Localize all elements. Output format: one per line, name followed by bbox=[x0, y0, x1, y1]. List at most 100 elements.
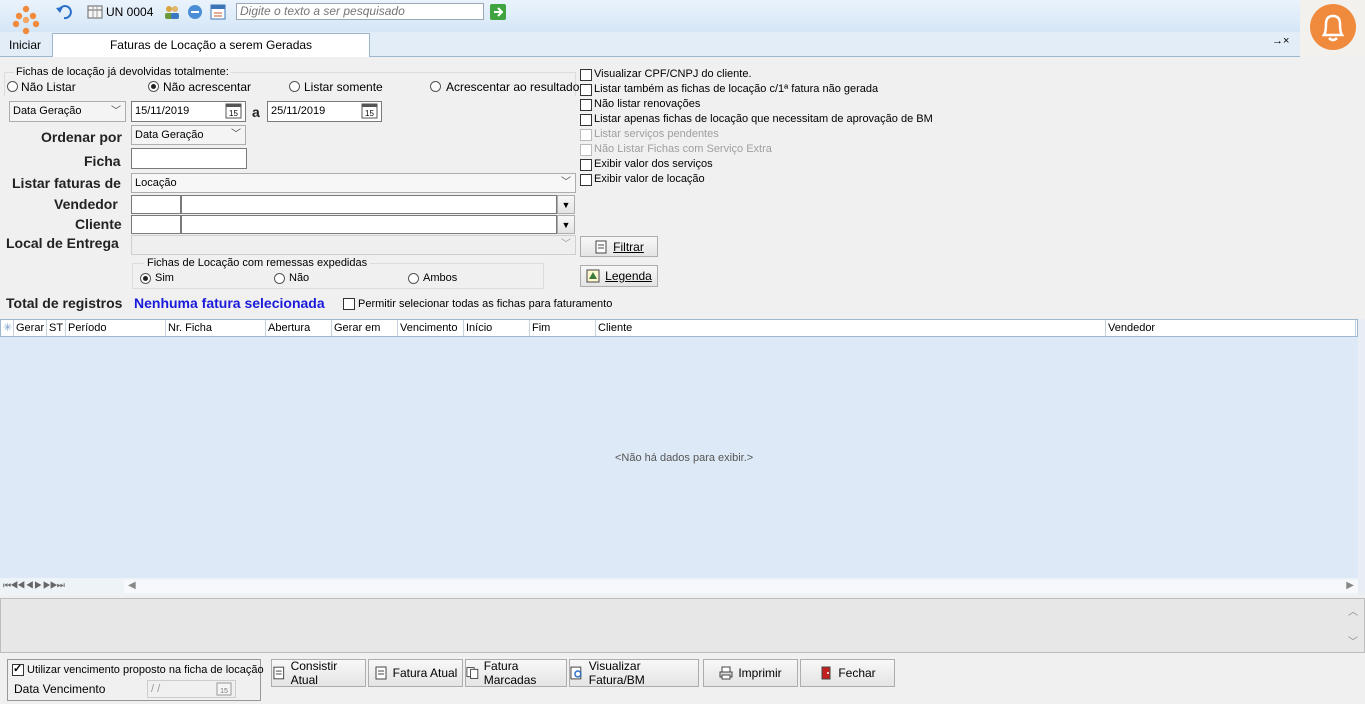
option-checkbox[interactable] bbox=[580, 114, 592, 126]
radio-acrescentar-label: Acrescentar ao resultado bbox=[446, 80, 580, 94]
scroll-right-icon[interactable]: ▶ bbox=[1346, 580, 1354, 591]
legend-icon bbox=[586, 269, 600, 283]
chevron-down-icon: ﹀ bbox=[111, 106, 121, 117]
grid-column-header[interactable]: Fim bbox=[530, 320, 596, 336]
radio-remessas-ambos[interactable] bbox=[408, 273, 419, 284]
radio-remessas-nao-label: Não bbox=[289, 272, 310, 284]
consistir-atual-button[interactable]: Consistir Atual bbox=[271, 659, 366, 687]
radio-remessas-sim-label: Sim bbox=[155, 272, 174, 284]
imprimir-label: Imprimir bbox=[738, 666, 782, 680]
grid-column-header[interactable]: Gerar bbox=[14, 320, 47, 336]
calendar-icon[interactable]: 15 bbox=[361, 103, 378, 119]
document-icon bbox=[273, 666, 285, 680]
option-checkbox[interactable] bbox=[580, 69, 592, 81]
calendar-icon[interactable]: 15 bbox=[216, 682, 232, 696]
option-label: Listar apenas fichas de locação que nece… bbox=[594, 113, 933, 125]
radio-acrescentar[interactable] bbox=[430, 81, 441, 92]
radio-listar-somente[interactable] bbox=[289, 81, 300, 92]
grid-column-header[interactable]: Abertura bbox=[266, 320, 332, 336]
search-input[interactable] bbox=[236, 3, 484, 20]
chevron-down-icon: ﹀ bbox=[231, 129, 241, 140]
option-checkbox[interactable] bbox=[580, 174, 592, 186]
order-label: Ordenar por bbox=[41, 129, 122, 145]
option-label: Visualizar CPF/CNPJ do cliente. bbox=[594, 68, 752, 80]
grid-column-header[interactable]: Período bbox=[66, 320, 166, 336]
consistir-atual-label: Consistir Atual bbox=[290, 659, 338, 687]
scroll-left-icon[interactable]: ◀ bbox=[128, 580, 136, 591]
grid-column-header[interactable]: Vencimento bbox=[398, 320, 464, 336]
radio-nao-listar[interactable] bbox=[7, 81, 18, 92]
fatura-marcadas-button[interactable]: Fatura Marcadas bbox=[465, 659, 567, 687]
grid-column-header[interactable]: Gerar em bbox=[332, 320, 398, 336]
vendedor-code-input[interactable] bbox=[131, 195, 181, 214]
grid-vscrollbar[interactable] bbox=[1358, 319, 1365, 595]
option-checkbox[interactable] bbox=[580, 99, 592, 111]
svg-text:15: 15 bbox=[365, 109, 374, 118]
listar-select[interactable]: Locação ﹀ bbox=[131, 173, 576, 193]
grid-column-header[interactable]: Cliente bbox=[596, 320, 1106, 336]
legenda-label: Legenda bbox=[605, 269, 652, 283]
grid-column-header[interactable]: Vendedor bbox=[1106, 320, 1356, 336]
grid-body[interactable]: <Não há dados para exibir.> bbox=[0, 337, 1358, 578]
fatura-atual-button[interactable]: Fatura Atual bbox=[368, 659, 463, 687]
option-checkbox[interactable] bbox=[580, 84, 592, 96]
cliente-name-input[interactable] bbox=[181, 215, 557, 234]
refresh-icon[interactable] bbox=[186, 3, 204, 21]
undo-icon[interactable] bbox=[55, 3, 73, 21]
legenda-button[interactable]: Legenda bbox=[580, 265, 658, 287]
window-icon[interactable] bbox=[209, 3, 227, 21]
date-type-value: Data Geração bbox=[13, 105, 82, 117]
option-label: Exibir valor de locação bbox=[594, 173, 705, 185]
radio-remessas-sim[interactable] bbox=[140, 273, 151, 284]
tab-controls[interactable]: →× bbox=[1272, 35, 1289, 47]
fechar-button[interactable]: Fechar bbox=[800, 659, 895, 687]
order-select[interactable]: Data Geração ﹀ bbox=[131, 125, 246, 145]
option-label: Não listar renovações bbox=[594, 98, 701, 110]
svg-text:15: 15 bbox=[220, 688, 228, 695]
devolvidas-title: Fichas de locação já devolvidas totalmen… bbox=[14, 66, 231, 78]
radio-nao-acrescentar[interactable] bbox=[148, 81, 159, 92]
filtrar-button[interactable]: Filtrar bbox=[580, 236, 658, 257]
use-vencimento-checkbox[interactable] bbox=[12, 662, 24, 676]
grid-column-header[interactable]: ST bbox=[47, 320, 66, 336]
option-label: Não Listar Fichas com Serviço Extra bbox=[594, 143, 772, 155]
scroll-down-icon[interactable]: ﹀ bbox=[1348, 633, 1358, 648]
cliente-code-input[interactable] bbox=[131, 215, 181, 234]
option-checkbox[interactable] bbox=[580, 159, 592, 171]
grid-column-header[interactable]: Nr. Ficha bbox=[166, 320, 266, 336]
data-vencimento-label: Data Vencimento bbox=[14, 682, 106, 696]
notifications-panel[interactable] bbox=[1300, 0, 1365, 56]
visualizar-fatura-button[interactable]: Visualizar Fatura/BM bbox=[569, 659, 699, 687]
users-icon[interactable] bbox=[163, 3, 181, 21]
unit-label[interactable]: UN 0004 bbox=[106, 5, 153, 19]
cliente-dropdown-button[interactable]: ▼ bbox=[557, 215, 575, 234]
start-button[interactable]: Iniciar bbox=[0, 0, 52, 56]
local-select[interactable]: ﹀ bbox=[131, 235, 576, 255]
grid-nav-icons[interactable]: ⏮◀◀ ◀ ▶ ▶▶⏭ bbox=[3, 580, 65, 591]
grid-footer: ⏮◀◀ ◀ ▶ ▶▶⏭ ◀ ▶ bbox=[0, 578, 1358, 595]
calendar-icon[interactable]: 15 bbox=[225, 103, 242, 119]
document-icon bbox=[595, 240, 607, 253]
calculator-icon[interactable] bbox=[86, 3, 104, 21]
memo-panel[interactable]: ︿ ﹀ bbox=[0, 598, 1365, 653]
option-checkbox[interactable] bbox=[580, 144, 592, 156]
select-all-checkbox[interactable] bbox=[343, 298, 355, 310]
radio-remessas-nao[interactable] bbox=[274, 273, 285, 284]
ficha-input[interactable] bbox=[131, 148, 247, 169]
grid-row-selector-icon[interactable]: ✳ bbox=[1, 320, 14, 336]
date-type-select[interactable]: Data Geração ﹀ bbox=[9, 101, 126, 122]
fechar-label: Fechar bbox=[838, 666, 876, 680]
scroll-up-icon[interactable]: ︿ bbox=[1348, 603, 1358, 618]
search-go-icon[interactable] bbox=[490, 4, 506, 20]
grid-column-header[interactable]: Início bbox=[464, 320, 530, 336]
total-label: Total de registros bbox=[6, 295, 123, 311]
vendedor-name-input[interactable] bbox=[181, 195, 557, 214]
option-checkbox[interactable] bbox=[580, 129, 592, 141]
document-icon bbox=[375, 666, 387, 680]
select-all-label: Permitir selecionar todas as fichas para… bbox=[358, 298, 613, 310]
triangle-down-icon: ▼ bbox=[561, 199, 571, 210]
grid-hscrollbar[interactable]: ◀ ▶ bbox=[124, 580, 1358, 593]
tab-faturas-locacao[interactable]: Faturas de Locação a serem Geradas bbox=[52, 33, 370, 57]
imprimir-button[interactable]: Imprimir bbox=[703, 659, 798, 687]
vendedor-dropdown-button[interactable]: ▼ bbox=[557, 195, 575, 214]
